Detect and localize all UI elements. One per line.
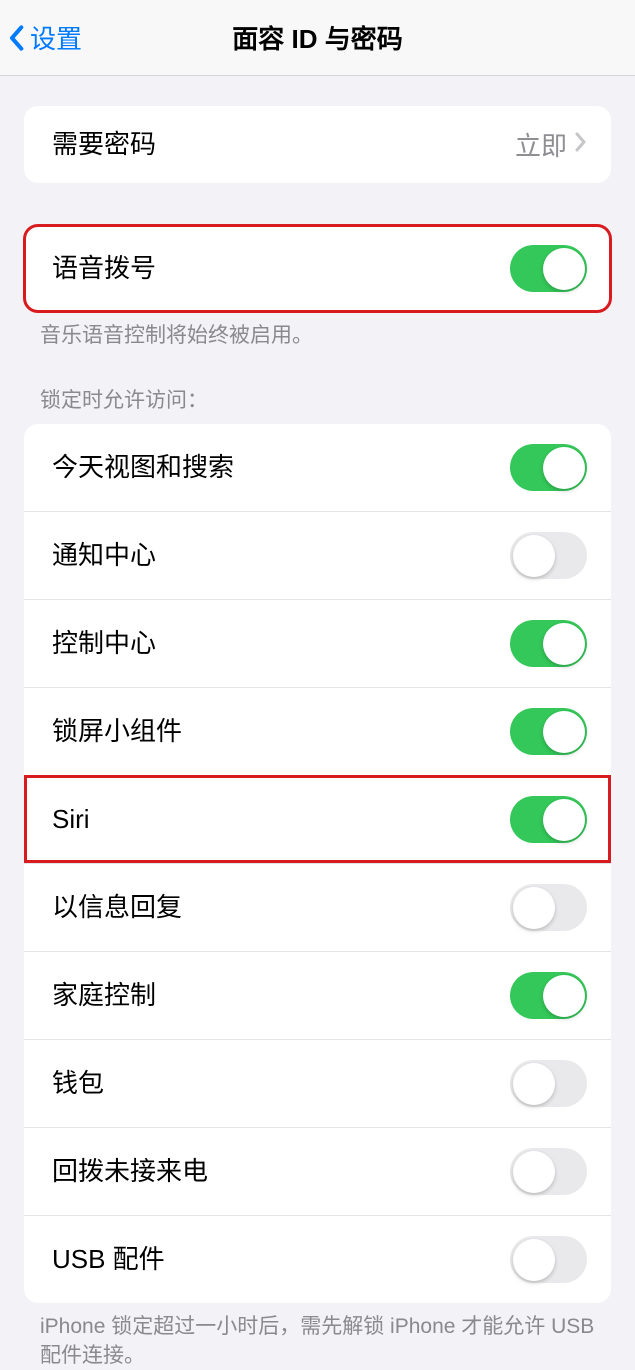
callback-row: 回拨未接来电: [24, 1127, 611, 1215]
voice-dial-toggle[interactable]: [510, 245, 587, 292]
wallet-toggle[interactable]: [510, 1060, 587, 1107]
callback-label: 回拨未接来电: [52, 1155, 208, 1189]
notification-center-label: 通知中心: [52, 539, 156, 573]
require-passcode-value: 立即: [515, 126, 567, 163]
siri-toggle[interactable]: [510, 796, 587, 843]
lock-widgets-toggle[interactable]: [510, 708, 587, 755]
chevron-left-icon: [6, 21, 26, 55]
control-center-row: 控制中心: [24, 599, 611, 687]
back-button[interactable]: 设置: [0, 19, 82, 56]
require-passcode-label: 需要密码: [52, 128, 156, 162]
voice-dial-row: 语音拨号: [24, 225, 611, 312]
voice-dial-label: 语音拨号: [52, 252, 156, 286]
back-label: 设置: [30, 19, 82, 56]
wallet-label: 钱包: [52, 1067, 104, 1101]
notification-center-toggle[interactable]: [510, 532, 587, 579]
require-passcode-group: 需要密码 立即: [24, 106, 611, 183]
lock-access-group: 今天视图和搜索 通知中心 控制中心 锁屏小组件 Siri 以信息回复 家庭控制: [24, 424, 611, 1303]
siri-label: Siri: [52, 803, 90, 837]
require-passcode-row[interactable]: 需要密码 立即: [24, 106, 611, 183]
wallet-row: 钱包: [24, 1039, 611, 1127]
control-center-toggle[interactable]: [510, 620, 587, 667]
home-control-label: 家庭控制: [52, 979, 156, 1013]
chevron-right-icon: [575, 132, 587, 157]
usb-label: USB 配件: [52, 1243, 165, 1277]
page-title: 面容 ID 与密码: [0, 19, 635, 56]
reply-message-label: 以信息回复: [52, 891, 182, 925]
home-control-toggle[interactable]: [510, 972, 587, 1019]
control-center-label: 控制中心: [52, 627, 156, 661]
today-view-toggle[interactable]: [510, 444, 587, 491]
voice-dial-group: 语音拨号: [24, 225, 611, 312]
usb-toggle[interactable]: [510, 1236, 587, 1283]
notification-center-row: 通知中心: [24, 511, 611, 599]
usb-footer: iPhone 锁定超过一小时后，需先解锁 iPhone 才能允许 USB 配件连…: [0, 1303, 635, 1370]
today-view-label: 今天视图和搜索: [52, 451, 234, 485]
callback-toggle[interactable]: [510, 1148, 587, 1195]
reply-message-toggle[interactable]: [510, 884, 587, 931]
voice-dial-footer: 音乐语音控制将始终被启用。: [0, 312, 635, 350]
usb-row: USB 配件: [24, 1215, 611, 1303]
lock-widgets-row: 锁屏小组件: [24, 687, 611, 775]
reply-message-row: 以信息回复: [24, 863, 611, 951]
today-view-row: 今天视图和搜索: [24, 424, 611, 511]
navigation-bar: 设置 面容 ID 与密码: [0, 0, 635, 76]
lock-widgets-label: 锁屏小组件: [52, 715, 182, 749]
home-control-row: 家庭控制: [24, 951, 611, 1039]
siri-row: Siri: [24, 775, 611, 863]
lock-access-header: 锁定时允许访问：: [0, 384, 635, 424]
